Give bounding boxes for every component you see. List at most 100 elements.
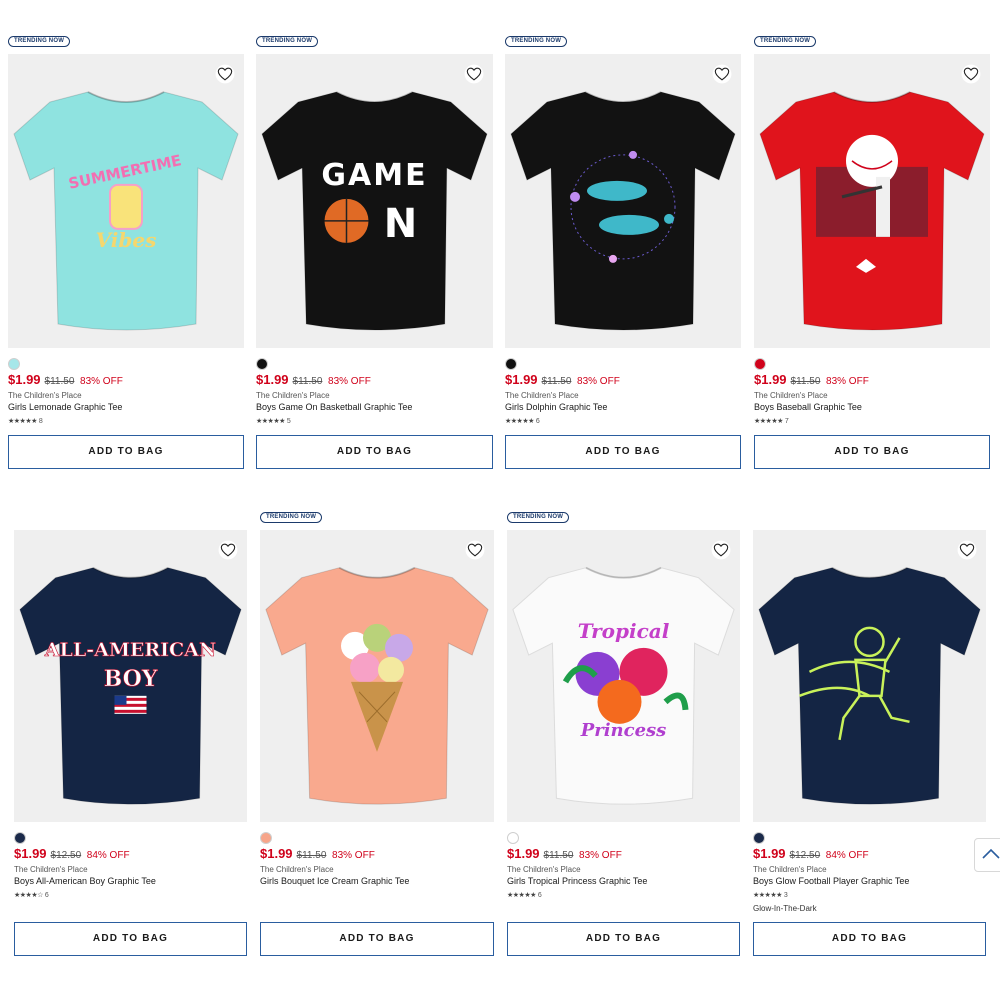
color-swatch[interactable]: [754, 358, 766, 370]
product-image[interactable]: [753, 530, 986, 822]
original-price: $12.50: [50, 850, 82, 861]
color-swatch[interactable]: [256, 358, 268, 370]
favorite-button[interactable]: [712, 64, 732, 84]
heart-icon: [711, 540, 731, 560]
trending-badge: TRENDING NOW: [260, 512, 323, 523]
original-price: $12.50: [789, 850, 821, 861]
add-to-bag-button[interactable]: ADD TO BAG: [260, 922, 494, 956]
add-to-bag-button[interactable]: ADD TO BAG: [505, 435, 741, 469]
review-count: 6: [537, 892, 542, 899]
price-row: $1.99 $11.50 83% OFF: [505, 372, 620, 387]
original-price: $11.50: [541, 376, 572, 387]
add-to-bag-button[interactable]: ADD TO BAG: [753, 922, 986, 956]
rating[interactable]: ★★★★★ 8: [8, 417, 43, 425]
price-row: $1.99 $11.50 83% OFF: [754, 372, 869, 387]
star-rating-icon: ★★★★☆: [14, 892, 43, 899]
price-row: $1.99 $12.50 84% OFF: [14, 846, 130, 861]
product-name[interactable]: Boys All-American Boy Graphic Tee: [14, 876, 156, 886]
heart-icon: [712, 64, 732, 84]
add-to-bag-button[interactable]: ADD TO BAG: [754, 435, 990, 469]
rating[interactable]: ★★★★★ 5: [256, 417, 291, 425]
trending-badge: TRENDING NOW: [754, 36, 817, 47]
original-price: $11.50: [292, 376, 323, 387]
sale-price: $1.99: [260, 846, 293, 861]
favorite-button[interactable]: [465, 540, 485, 560]
rating[interactable]: ★★★★★ 7: [754, 417, 789, 425]
sale-price: $1.99: [507, 846, 540, 861]
product-name[interactable]: Boys Game On Basketball Graphic Tee: [256, 402, 412, 412]
star-rating-icon: ★★★★★: [256, 418, 285, 425]
product-name[interactable]: Girls Tropical Princess Graphic Tee: [507, 876, 647, 886]
tshirt-image-graphic: [510, 91, 736, 331]
product-name[interactable]: Girls Bouquet Ice Cream Graphic Tee: [260, 876, 409, 886]
review-count: 6: [44, 892, 49, 899]
discount-label: 83% OFF: [328, 376, 371, 387]
svg-text:Tropical: Tropical: [578, 619, 670, 643]
product-image[interactable]: GAME N: [256, 54, 493, 348]
rating[interactable]: ★★★★★ 3: [753, 891, 788, 899]
add-to-bag-button[interactable]: ADD TO BAG: [14, 922, 247, 956]
product-name[interactable]: Girls Lemonade Graphic Tee: [8, 402, 122, 412]
brand-name: The Children's Place: [256, 391, 330, 400]
product-image[interactable]: [754, 54, 990, 348]
heart-icon: [464, 64, 484, 84]
favorite-button[interactable]: [961, 64, 981, 84]
review-count: 3: [783, 892, 788, 899]
product-name[interactable]: Boys Glow Football Player Graphic Tee: [753, 876, 909, 886]
svg-text:Princess: Princess: [580, 720, 667, 741]
brand-name: The Children's Place: [754, 391, 828, 400]
star-rating-icon: ★★★★★: [505, 418, 534, 425]
brand-name: The Children's Place: [8, 391, 82, 400]
color-swatch[interactable]: [14, 832, 26, 844]
sale-price: $1.99: [505, 372, 538, 387]
discount-label: 83% OFF: [826, 376, 869, 387]
rating[interactable]: ★★★★★ 6: [507, 891, 542, 899]
color-swatch[interactable]: [505, 358, 517, 370]
tshirt-image-graphic: ALL-AMERICAN BOY: [19, 566, 242, 805]
review-count: 8: [38, 418, 43, 425]
color-swatch[interactable]: [507, 832, 519, 844]
original-price: $11.50: [543, 850, 574, 861]
product-name[interactable]: Boys Baseball Graphic Tee: [754, 402, 862, 412]
scroll-to-top-button[interactable]: [974, 838, 1000, 872]
feature-tag: Glow-In-The-Dark: [753, 904, 817, 913]
trending-badge: TRENDING NOW: [507, 512, 570, 523]
discount-label: 84% OFF: [825, 850, 869, 861]
sale-price: $1.99: [753, 846, 786, 861]
tshirt-image-graphic: [265, 566, 489, 805]
star-rating-icon: ★★★★★: [8, 418, 37, 425]
sale-price: $1.99: [754, 372, 787, 387]
add-to-bag-button[interactable]: ADD TO BAG: [8, 435, 244, 469]
favorite-button[interactable]: [215, 64, 235, 84]
tshirt-image-graphic: SUMMERTIME Vibes: [13, 91, 239, 331]
original-price: $11.50: [296, 850, 327, 861]
brand-name: The Children's Place: [505, 391, 579, 400]
color-swatch[interactable]: [753, 832, 765, 844]
discount-label: 83% OFF: [577, 376, 620, 387]
heart-icon: [465, 540, 485, 560]
product-image[interactable]: [505, 54, 741, 348]
favorite-button[interactable]: [957, 540, 977, 560]
color-swatch[interactable]: [260, 832, 272, 844]
product-image[interactable]: [260, 530, 494, 822]
price-row: $1.99 $11.50 83% OFF: [260, 846, 375, 861]
discount-label: 83% OFF: [80, 376, 123, 387]
add-to-bag-button[interactable]: ADD TO BAG: [256, 435, 493, 469]
add-to-bag-button[interactable]: ADD TO BAG: [507, 922, 740, 956]
product-image[interactable]: SUMMERTIME Vibes: [8, 54, 244, 348]
favorite-button[interactable]: [218, 540, 238, 560]
color-swatch[interactable]: [8, 358, 20, 370]
rating[interactable]: ★★★★☆ 6: [14, 891, 49, 899]
price-row: $1.99 $11.50 83% OFF: [8, 372, 123, 387]
product-name[interactable]: Girls Dolphin Graphic Tee: [505, 402, 607, 412]
favorite-button[interactable]: [464, 64, 484, 84]
trending-badge: TRENDING NOW: [8, 36, 71, 47]
discount-label: 83% OFF: [332, 850, 375, 861]
original-price: $11.50: [790, 376, 821, 387]
product-image[interactable]: ALL-AMERICAN BOY: [14, 530, 247, 822]
rating[interactable]: ★★★★★ 6: [505, 417, 540, 425]
svg-text:BOY: BOY: [104, 666, 158, 692]
review-count: 7: [784, 418, 789, 425]
favorite-button[interactable]: [711, 540, 731, 560]
product-image[interactable]: Tropical Princess: [507, 530, 740, 822]
